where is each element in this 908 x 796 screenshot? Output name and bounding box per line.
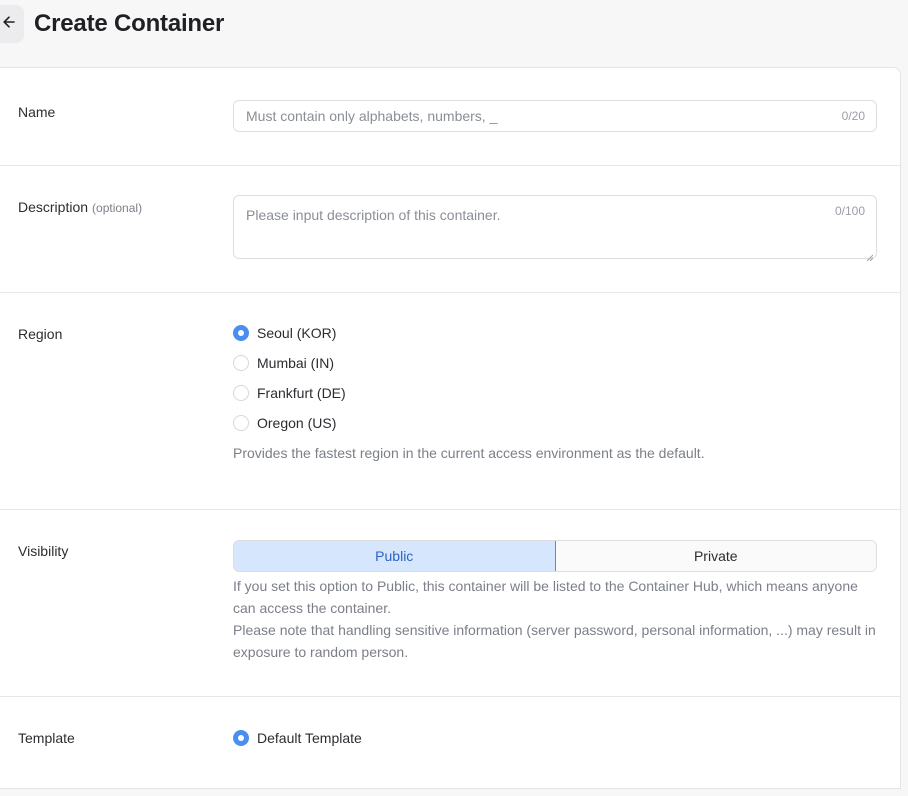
page-header: Create Container: [0, 0, 908, 50]
region-option-oregon[interactable]: Oregon (US): [233, 408, 877, 438]
region-option-seoul[interactable]: Seoul (KOR): [233, 318, 877, 348]
radio-unchecked-icon[interactable]: [233, 385, 249, 401]
description-label-text: Description: [18, 199, 89, 215]
radio-checked-icon[interactable]: [233, 325, 249, 341]
template-label: Template: [18, 730, 75, 746]
template-row: Template Default Template: [0, 696, 900, 796]
description-label: Description (optional): [18, 199, 142, 215]
create-container-form: Name 0/20 Description(optional) 0/100 Re…: [0, 67, 901, 789]
region-option-label: Mumbai (IN): [257, 355, 335, 371]
arrow-left-icon: [1, 14, 17, 35]
visibility-toggle: Public Private: [233, 540, 877, 572]
description-row: Description(optional) 0/100: [0, 165, 900, 293]
region-option-mumbai[interactable]: Mumbai (IN): [233, 348, 877, 378]
region-option-label: Frankfurt (DE): [257, 385, 346, 401]
region-help-text: Provides the fastest region in the curre…: [233, 445, 705, 461]
name-char-counter: 0/20: [841, 109, 865, 123]
radio-unchecked-icon[interactable]: [233, 355, 249, 371]
radio-unchecked-icon[interactable]: [233, 415, 249, 431]
region-radio-group: Seoul (KOR) Mumbai (IN) Frankfurt (DE) O…: [233, 318, 877, 464]
visibility-warning-line: Please note that handling sensitive info…: [233, 622, 876, 660]
template-option-default[interactable]: Default Template: [233, 723, 877, 753]
name-input[interactable]: [246, 108, 826, 124]
visibility-help-line: If you set this option to Public, this c…: [233, 578, 858, 616]
region-option-label: Seoul (KOR): [257, 325, 337, 341]
visibility-private-button[interactable]: Private: [555, 541, 876, 571]
visibility-row: Visibility Public Private If you set thi…: [0, 509, 900, 697]
region-option-label: Oregon (US): [257, 415, 337, 431]
template-option-label: Default Template: [257, 730, 362, 746]
template-radio-group: Default Template: [233, 723, 877, 753]
resize-grip-icon[interactable]: [866, 248, 874, 262]
name-row: Name 0/20: [0, 68, 900, 166]
region-option-frankfurt[interactable]: Frankfurt (DE): [233, 378, 877, 408]
region-label: Region: [18, 326, 63, 342]
optional-tag: (optional): [92, 201, 143, 215]
visibility-public-button[interactable]: Public: [234, 541, 556, 571]
back-button[interactable]: [0, 5, 24, 43]
page-title: Create Container: [34, 10, 225, 37]
description-char-counter: 0/100: [834, 204, 865, 218]
name-input-box[interactable]: 0/20: [233, 100, 877, 132]
description-textarea-box[interactable]: 0/100: [233, 195, 877, 262]
visibility-help-text: If you set this option to Public, this c…: [233, 575, 877, 663]
description-textarea[interactable]: [246, 207, 826, 247]
visibility-label: Visibility: [18, 543, 69, 559]
name-label: Name: [18, 104, 56, 120]
region-row: Region Seoul (KOR) Mumbai (IN) Frankfurt…: [0, 292, 900, 510]
radio-checked-icon[interactable]: [233, 730, 249, 746]
